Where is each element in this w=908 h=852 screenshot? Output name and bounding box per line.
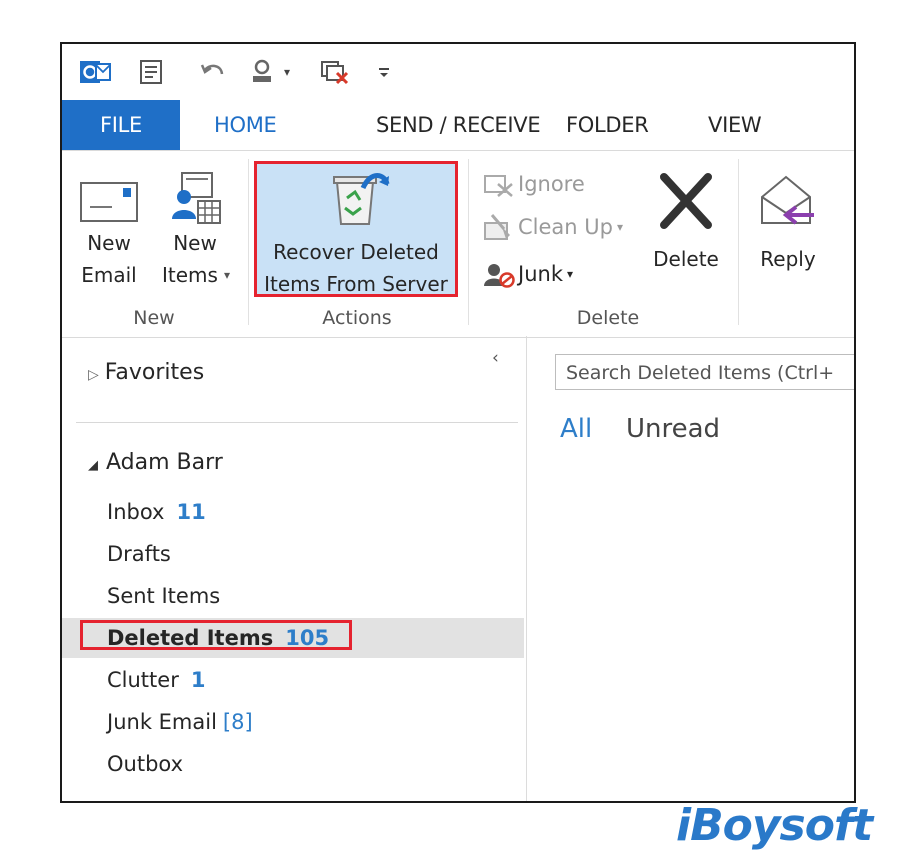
group-label-new: New bbox=[133, 307, 175, 329]
new-email-label-1: New bbox=[87, 231, 131, 255]
clean-up-dropdown-icon: ▾ bbox=[616, 220, 624, 234]
folder-name: Sent Items bbox=[107, 584, 221, 608]
watermark-logo: iBoysoft bbox=[676, 800, 873, 851]
new-item-icon[interactable] bbox=[136, 58, 166, 86]
junk-label: Junk bbox=[518, 262, 563, 286]
divider bbox=[76, 422, 518, 423]
recover-label-1: Recover Deleted bbox=[273, 240, 439, 264]
folder-name: Outbox bbox=[107, 752, 184, 776]
clean-up-label: Clean Up bbox=[518, 215, 613, 239]
ribbon-separator bbox=[248, 159, 249, 325]
reply-icon bbox=[761, 175, 814, 225]
unread-count: 105 bbox=[285, 626, 330, 650]
account-name: Adam Barr bbox=[106, 450, 223, 475]
new-items-button[interactable]: New Items ▾ bbox=[154, 165, 236, 301]
outlook-icon[interactable] bbox=[78, 58, 112, 86]
ribbon: New Email New Items ▾ New Recover Delete… bbox=[62, 150, 854, 338]
filter-unread[interactable]: Unread bbox=[626, 414, 720, 444]
tab-folder[interactable]: FOLDER bbox=[566, 100, 649, 150]
ignore-label: Ignore bbox=[518, 172, 585, 196]
envelope-icon bbox=[80, 182, 138, 222]
account-header[interactable]: ◢ Adam Barr bbox=[88, 450, 223, 475]
ribbon-tabs: FILE HOME SEND / RECEIVE FOLDER VIEW bbox=[62, 100, 854, 150]
new-email-label-2: Email bbox=[81, 263, 137, 287]
window-close-icon[interactable] bbox=[320, 58, 350, 86]
clean-up-icon bbox=[484, 214, 510, 240]
folder-outbox[interactable]: Outbox bbox=[62, 744, 524, 784]
junk-dropdown-icon: ▾ bbox=[566, 267, 574, 281]
collapse-pane-icon[interactable]: ‹ bbox=[492, 348, 499, 368]
expand-right-icon: ▷ bbox=[88, 367, 99, 383]
folder-inbox[interactable]: Inbox 11 bbox=[62, 492, 524, 532]
tab-file[interactable]: FILE bbox=[62, 100, 180, 150]
undo-icon[interactable] bbox=[198, 58, 228, 86]
unread-count: 1 bbox=[190, 668, 206, 692]
folder-drafts[interactable]: Drafts bbox=[62, 534, 524, 574]
item-count: [8] bbox=[222, 710, 253, 734]
delete-label: Delete bbox=[653, 247, 719, 271]
search-input[interactable]: Search Deleted Items (Ctrl+ bbox=[555, 354, 854, 390]
favorites-label: Favorites bbox=[104, 360, 205, 385]
ribbon-separator bbox=[738, 159, 739, 325]
reply-label: Reply bbox=[760, 247, 816, 271]
recycle-bin-icon bbox=[333, 173, 390, 225]
clean-up-button[interactable]: Clean Up ▾ bbox=[482, 208, 623, 246]
junk-button[interactable]: Junk ▾ bbox=[482, 255, 573, 293]
outlook-window: ▾ FILE HOME SEND / RECEIVE FOLDER VIEW N… bbox=[60, 42, 856, 803]
new-items-label-1: New bbox=[173, 231, 217, 255]
folder-name: Inbox bbox=[107, 500, 165, 524]
customize-icon[interactable] bbox=[374, 58, 394, 86]
folder-name: Deleted Items bbox=[107, 626, 274, 650]
favorites-header[interactable]: ▷ Favorites bbox=[88, 360, 204, 385]
new-email-button[interactable]: New Email bbox=[76, 165, 142, 301]
tab-home[interactable]: HOME bbox=[214, 100, 277, 150]
folder-junk-email[interactable]: Junk Email [8] bbox=[62, 702, 524, 742]
delete-x-icon bbox=[660, 173, 712, 229]
reply-button[interactable]: Reply bbox=[748, 165, 828, 301]
new-items-dropdown-icon: ▾ bbox=[223, 268, 231, 282]
folder-name: Clutter bbox=[107, 668, 179, 692]
collapse-down-icon: ◢ bbox=[88, 458, 98, 473]
junk-icon bbox=[484, 264, 515, 288]
folder-sent-items[interactable]: Sent Items bbox=[62, 576, 524, 616]
folder-pane: ▷ Favorites ◢ Adam Barr Inbox 11 Drafts Sen… bbox=[62, 336, 527, 801]
tab-view[interactable]: VIEW bbox=[708, 100, 762, 150]
ignore-icon bbox=[484, 175, 513, 197]
folder-deleted-items[interactable]: Deleted Items 105 bbox=[62, 618, 524, 658]
recover-deleted-items-button[interactable]: Recover Deleted Items From Server bbox=[254, 161, 458, 297]
tab-send-receive[interactable]: SEND / RECEIVE bbox=[376, 100, 541, 150]
ignore-button[interactable]: Ignore bbox=[482, 165, 585, 203]
folder-name: Junk Email bbox=[107, 710, 217, 734]
new-items-icon bbox=[172, 172, 221, 224]
filter-all[interactable]: All bbox=[560, 414, 592, 444]
new-items-label-2: Items bbox=[162, 263, 218, 287]
folder-clutter[interactable]: Clutter 1 bbox=[62, 660, 524, 700]
group-label-actions: Actions bbox=[322, 307, 392, 329]
group-label-delete: Delete bbox=[576, 307, 640, 329]
delete-button[interactable]: Delete bbox=[644, 165, 728, 301]
folder-name: Drafts bbox=[107, 542, 171, 566]
dropdown-arrow-icon[interactable]: ▾ bbox=[280, 58, 294, 86]
unread-count: 11 bbox=[176, 500, 206, 524]
ribbon-separator bbox=[468, 159, 469, 325]
recover-label-2: Items From Server bbox=[264, 272, 448, 296]
quick-access-toolbar: ▾ bbox=[62, 44, 854, 100]
contact-icon[interactable] bbox=[248, 58, 276, 86]
